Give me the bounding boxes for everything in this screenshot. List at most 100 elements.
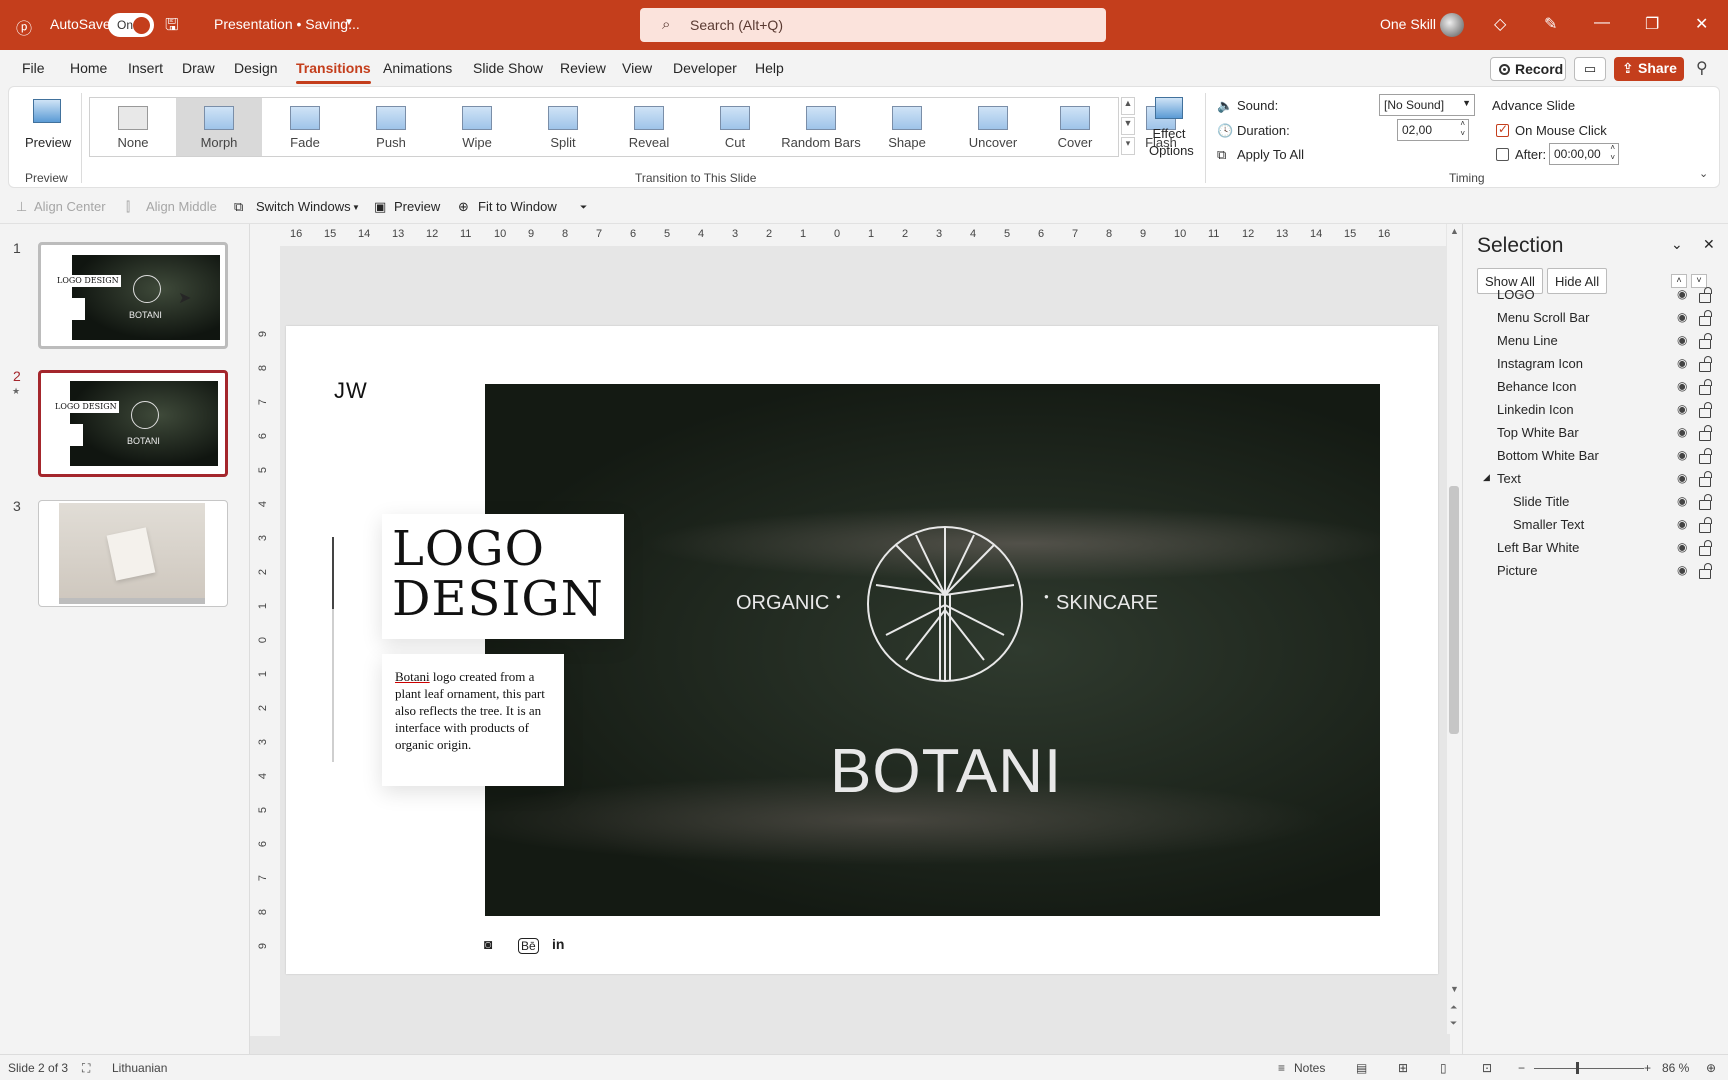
gallery-scroll-down[interactable]: ▼ <box>1121 117 1135 135</box>
visibility-eye-icon[interactable]: ◉ <box>1677 379 1687 393</box>
spinner-icon[interactable]: ˄ ˅ <box>1610 143 1615 163</box>
instagram-icon[interactable]: ◙ <box>484 936 492 952</box>
chevron-down-icon[interactable]: ▼ <box>344 17 354 28</box>
selection-item[interactable]: Left Bar White <box>1497 540 1579 555</box>
tab-design[interactable]: Design <box>234 60 278 76</box>
tab-draw[interactable]: Draw <box>182 60 215 76</box>
collapse-ribbon-icon[interactable]: ⌄ <box>1699 167 1708 180</box>
tab-review[interactable]: Review <box>560 60 606 76</box>
logo[interactable]: JW <box>334 378 368 404</box>
tab-transitions[interactable]: Transitions <box>296 60 371 84</box>
selection-item[interactable]: Menu Scroll Bar <box>1497 310 1589 325</box>
slide-thumbnail-2[interactable]: LOGO DESIGN BOTANI <box>38 370 228 477</box>
lock-icon[interactable] <box>1699 563 1712 579</box>
tab-developer[interactable]: Developer <box>673 60 737 76</box>
slide-show-icon[interactable]: ⊡ <box>1482 1061 1492 1075</box>
after-input[interactable]: 00:00,00 ˄ ˅ <box>1549 143 1619 165</box>
transition-random-bars[interactable]: Random Bars <box>778 98 864 156</box>
lock-icon[interactable] <box>1699 494 1712 510</box>
tab-insert[interactable]: Insert <box>128 60 163 76</box>
comments-button[interactable]: ▭ <box>1574 57 1606 81</box>
scroll-thumb[interactable] <box>1449 486 1459 734</box>
transition-cover[interactable]: Cover <box>1032 98 1118 156</box>
document-title[interactable]: Presentation • Saving... <box>214 16 360 32</box>
gallery-scroll-up[interactable]: ▲ <box>1121 97 1135 115</box>
language-status[interactable]: Lithuanian <box>112 1061 167 1075</box>
tab-animations[interactable]: Animations <box>383 60 452 76</box>
behance-icon[interactable]: Bē <box>518 938 539 954</box>
zoom-level[interactable]: 86 % <box>1662 1061 1689 1075</box>
lock-icon[interactable] <box>1699 310 1712 326</box>
linkedin-icon[interactable]: in <box>552 936 564 952</box>
zoom-slider-thumb[interactable] <box>1576 1062 1579 1074</box>
avatar[interactable] <box>1440 13 1464 37</box>
zoom-slider[interactable] <box>1534 1068 1644 1069</box>
slide-title[interactable]: LOGO DESIGN <box>382 514 624 639</box>
visibility-eye-icon[interactable]: ◉ <box>1677 494 1687 508</box>
search-box[interactable]: ⌕ Search (Alt+Q) <box>640 8 1106 42</box>
hide-all-button[interactable]: Hide All <box>1547 268 1608 294</box>
transition-push[interactable]: Push <box>348 98 434 156</box>
visibility-eye-icon[interactable]: ◉ <box>1677 563 1687 577</box>
sound-dropdown[interactable]: [No Sound] ▼ <box>1379 94 1475 116</box>
visibility-eye-icon[interactable]: ◉ <box>1677 402 1687 416</box>
previous-slide-icon[interactable]: ⏶ <box>1450 1002 1457 1013</box>
pen-icon[interactable]: ✎ <box>1544 14 1557 34</box>
visibility-eye-icon[interactable]: ◉ <box>1677 425 1687 439</box>
selection-item[interactable]: Linkedin Icon <box>1497 402 1574 417</box>
chevron-down-icon[interactable]: ▼ <box>352 203 360 212</box>
after-checkbox[interactable] <box>1496 148 1509 161</box>
zoom-out-icon[interactable]: − <box>1518 1061 1525 1075</box>
transition-cut[interactable]: Cut <box>692 98 778 156</box>
pane-options-icon[interactable]: ⌄ <box>1671 236 1683 253</box>
user-name[interactable]: One Skill <box>1380 16 1436 32</box>
tab-file[interactable]: File <box>22 60 45 76</box>
transition-fade[interactable]: Fade <box>262 98 348 156</box>
duration-input[interactable]: 02,00 ˄ ˅ <box>1397 119 1469 141</box>
save-icon[interactable]: 🖫 <box>165 14 179 41</box>
lock-icon[interactable] <box>1699 379 1712 395</box>
reading-view-icon[interactable]: ▯ <box>1440 1061 1447 1075</box>
lock-icon[interactable] <box>1699 517 1712 533</box>
normal-view-icon[interactable]: ▤ <box>1356 1061 1367 1075</box>
visibility-eye-icon[interactable]: ◉ <box>1677 287 1687 301</box>
slide-sorter-icon[interactable]: ⊞ <box>1398 1061 1408 1075</box>
bring-forward-icon[interactable]: ˄ <box>1671 274 1687 288</box>
tab-home[interactable]: Home <box>70 60 107 76</box>
minimize-icon[interactable]: — <box>1594 14 1610 32</box>
autosave-toggle[interactable]: On <box>108 13 154 37</box>
transition-shape[interactable]: Shape <box>864 98 950 156</box>
customize-qat-icon[interactable]: ⏷ <box>580 202 587 213</box>
align-middle-button[interactable]: Align Middle <box>146 199 217 214</box>
apply-to-all-button[interactable]: Apply To All <box>1237 147 1304 162</box>
spinner-icon[interactable]: ˄ ˅ <box>1460 119 1465 139</box>
visibility-eye-icon[interactable]: ◉ <box>1677 517 1687 531</box>
scroll-down-icon[interactable]: ▼ <box>1450 984 1459 994</box>
effect-options-button[interactable]: Effect Options <box>1141 95 1197 165</box>
transition-split[interactable]: Split <box>520 98 606 156</box>
visibility-eye-icon[interactable]: ◉ <box>1677 471 1687 485</box>
transition-morph[interactable]: Morph <box>176 98 262 156</box>
scroll-up-icon[interactable]: ▲ <box>1450 226 1459 236</box>
lock-icon[interactable] <box>1699 540 1712 556</box>
share-button[interactable]: ⇪ Share <box>1614 57 1684 81</box>
selection-item[interactable]: Behance Icon <box>1497 379 1577 394</box>
gallery-expand[interactable]: ▾ <box>1121 137 1135 155</box>
accessibility-icon[interactable]: ⛶ <box>82 1061 90 1076</box>
close-icon[interactable]: ✕ <box>1695 14 1708 34</box>
selection-item[interactable]: Text <box>1497 471 1521 486</box>
send-backward-icon[interactable]: ˅ <box>1691 274 1707 288</box>
visibility-eye-icon[interactable]: ◉ <box>1677 310 1687 324</box>
slide-thumbnail-3[interactable] <box>38 500 228 607</box>
fit-to-window-button[interactable]: Fit to Window <box>478 199 557 214</box>
selection-item[interactable]: LOGO <box>1497 287 1535 302</box>
zoom-in-icon[interactable]: + <box>1644 1061 1651 1075</box>
visibility-eye-icon[interactable]: ◉ <box>1677 356 1687 370</box>
fit-slide-icon[interactable]: ⊕ <box>1706 1061 1716 1075</box>
lock-icon[interactable] <box>1699 287 1712 303</box>
notes-button[interactable]: Notes <box>1294 1061 1325 1075</box>
selection-item[interactable]: Smaller Text <box>1513 517 1584 532</box>
visibility-eye-icon[interactable]: ◉ <box>1677 333 1687 347</box>
transition-wipe[interactable]: Wipe <box>434 98 520 156</box>
align-center-button[interactable]: Align Center <box>34 199 106 214</box>
